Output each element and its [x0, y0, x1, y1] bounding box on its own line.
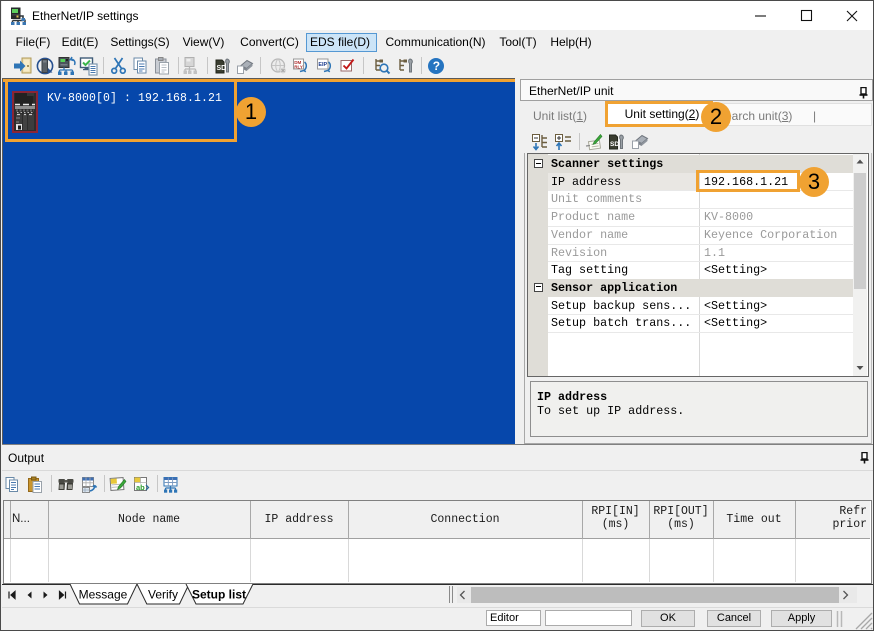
svg-text:SD: SD — [217, 65, 227, 72]
svg-text:Setup list: Setup list — [192, 588, 246, 602]
svg-text:EIP: EIP — [318, 62, 327, 68]
svg-text:Message: Message — [79, 588, 128, 602]
svg-text:ab: ab — [136, 483, 145, 492]
svg-text:RLY: RLY — [294, 64, 303, 69]
svg-text:SD: SD — [610, 141, 619, 148]
svg-text:Verify: Verify — [148, 588, 178, 602]
svg-text:?: ? — [433, 59, 440, 73]
